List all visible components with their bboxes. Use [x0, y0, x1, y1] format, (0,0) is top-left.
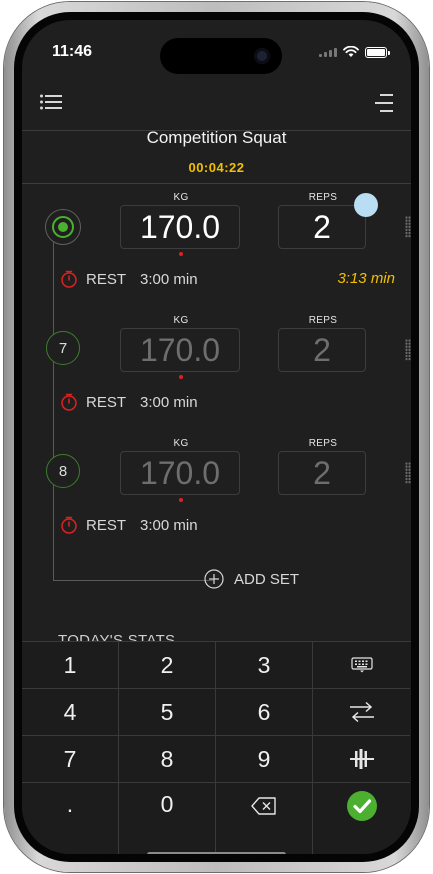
status-icons — [319, 46, 390, 58]
key-6[interactable]: 6 — [216, 689, 313, 736]
swap-key[interactable] — [313, 689, 410, 736]
camera-icon — [254, 48, 270, 64]
status-time: 11:46 — [52, 43, 93, 60]
backspace-key[interactable] — [216, 783, 313, 854]
stopwatch-icon — [61, 516, 77, 534]
keyboard-icon — [350, 657, 373, 673]
key-5[interactable]: 5 — [119, 689, 216, 736]
actual-rest-time: 3:13 min — [337, 270, 395, 287]
set-2-kg-field[interactable]: 170.0 — [120, 328, 240, 372]
plates-key[interactable] — [313, 736, 410, 783]
set-timeline — [53, 220, 54, 580]
kg-label: KG — [173, 192, 189, 203]
stopwatch-icon — [61, 393, 77, 411]
nav-bar — [22, 80, 411, 131]
elapsed-timer: 00:04:22 — [188, 160, 245, 175]
backspace-icon — [251, 797, 276, 815]
rest-label: REST — [86, 393, 127, 411]
set-1-rest[interactable]: REST 3:00 min — [60, 270, 198, 288]
confirm-button[interactable] — [313, 783, 410, 854]
key-8[interactable]: 8 — [119, 736, 216, 783]
header-divider — [22, 183, 411, 184]
set-3-rest[interactable]: REST 3:00 min — [60, 516, 198, 534]
set-1-reps-field[interactable]: 2 — [278, 205, 366, 249]
numeric-keypad: 1 2 3 4 5 6 7 8 9 . 0 — [22, 641, 411, 854]
key-9[interactable]: 9 — [216, 736, 313, 783]
stopwatch-icon — [61, 270, 77, 288]
rest-time: 3:00 min — [140, 270, 198, 288]
signal-icon — [319, 47, 337, 57]
active-set-icon — [52, 216, 74, 238]
rest-label: REST — [86, 516, 127, 534]
rest-label: REST — [86, 270, 127, 288]
reorder-menu-icon[interactable] — [375, 93, 393, 113]
battery-icon — [365, 46, 390, 58]
key-1[interactable]: 1 — [22, 642, 119, 689]
set-marker[interactable]: 8 — [46, 454, 80, 488]
home-indicator[interactable] — [147, 852, 286, 854]
key-4[interactable]: 4 — [22, 689, 119, 736]
set-marker-active[interactable] — [45, 209, 81, 245]
kg-label: KG — [173, 438, 189, 449]
set-3-reps-field[interactable]: 2 — [278, 451, 366, 495]
phone-frame: 11:46 Competition Squat 00:04:22 KG REPS… — [4, 2, 429, 872]
set-2-rest[interactable]: REST 3:00 min — [60, 393, 198, 411]
add-set-button[interactable]: ADD SET — [204, 569, 299, 589]
reps-label: REPS — [308, 192, 338, 203]
exercise-title: Competition Squat — [146, 128, 287, 147]
timeline-end — [53, 580, 213, 581]
plus-circle-icon — [204, 569, 224, 589]
set-1-indicator-dot — [179, 252, 183, 256]
set-3-kg-field[interactable]: 170.0 — [120, 451, 240, 495]
set-2-reps-field[interactable]: 2 — [278, 328, 366, 372]
check-icon — [346, 791, 377, 821]
list-menu-icon[interactable] — [40, 94, 62, 110]
swap-icon — [349, 701, 374, 723]
add-set-label: ADD SET — [234, 570, 300, 588]
key-7[interactable]: 7 — [22, 736, 119, 783]
dynamic-island — [160, 38, 282, 74]
phone-bezel: 11:46 Competition Squat 00:04:22 KG REPS… — [14, 12, 419, 862]
set-1-kg-field[interactable]: 170.0 — [120, 205, 240, 249]
kg-label: KG — [173, 315, 189, 326]
set-3-indicator-dot — [179, 498, 183, 502]
rest-time: 3:00 min — [140, 393, 198, 411]
key-2[interactable]: 2 — [119, 642, 216, 689]
drag-handle-icon[interactable] — [405, 216, 411, 238]
app-screen: 11:46 Competition Squat 00:04:22 KG REPS… — [22, 20, 411, 854]
drag-handle-icon[interactable] — [405, 339, 411, 361]
plates-icon — [349, 749, 374, 769]
reps-label: REPS — [308, 315, 338, 326]
key-decimal[interactable]: . — [22, 783, 119, 854]
rest-time: 3:00 min — [140, 516, 198, 534]
set-2-indicator-dot — [179, 375, 183, 379]
set-marker[interactable]: 7 — [46, 331, 80, 365]
drag-handle-icon[interactable] — [405, 462, 411, 484]
touch-indicator — [354, 193, 378, 217]
reps-label: REPS — [308, 438, 338, 449]
key-3[interactable]: 3 — [216, 642, 313, 689]
key-0[interactable]: 0 — [119, 783, 216, 854]
keyboard-key[interactable] — [313, 642, 410, 689]
wifi-icon — [343, 46, 359, 57]
